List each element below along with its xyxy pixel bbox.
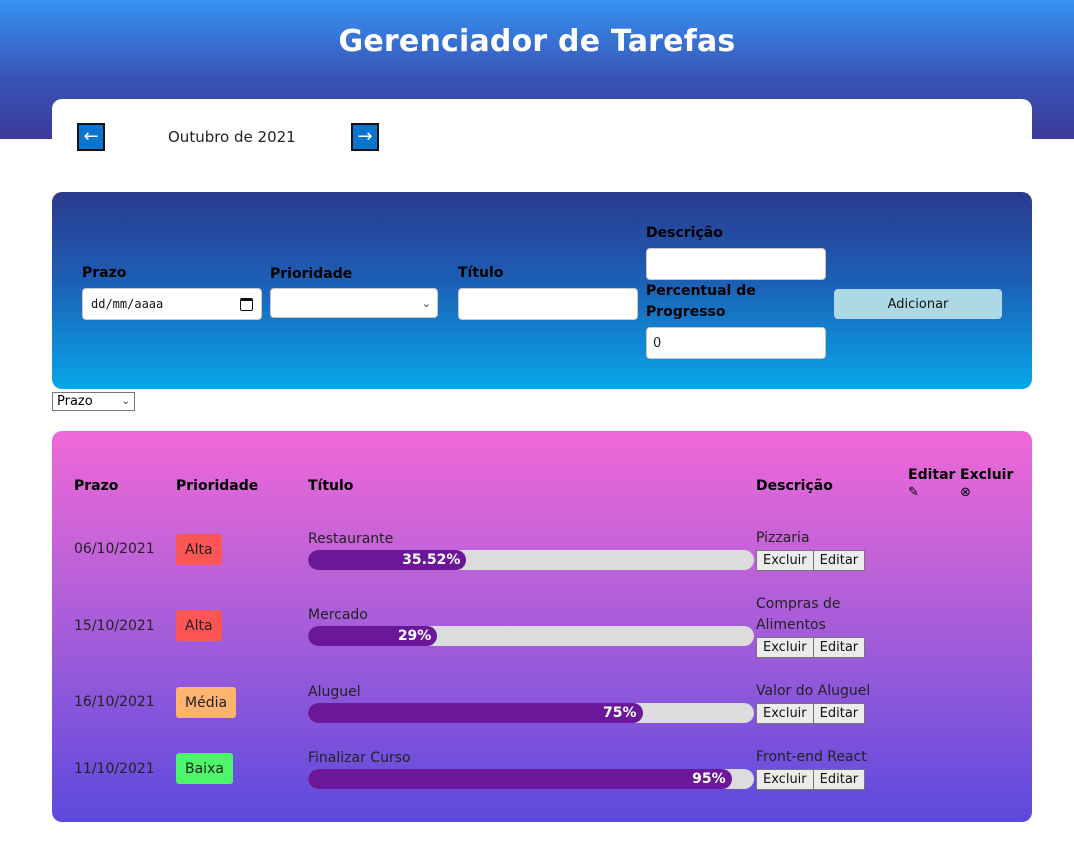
row-actions: Excluir Editar	[756, 550, 866, 571]
progress-bar: 29%	[308, 626, 754, 646]
header-descricao: Descrição	[756, 478, 833, 494]
edit-row-button[interactable]: Editar	[813, 703, 866, 724]
arrow-left-icon: ←	[83, 126, 99, 147]
prioridade-label: Prioridade	[270, 266, 353, 282]
arrow-right-icon: →	[357, 126, 373, 147]
prev-month-button[interactable]: ←	[77, 123, 105, 151]
delete-row-button[interactable]: Excluir	[756, 637, 814, 658]
current-month-label: Outubro de 2021	[168, 128, 296, 146]
progresso-value: 0	[653, 335, 662, 351]
row-date: 16/10/2021	[74, 694, 155, 710]
header-editar-label: Editar	[908, 467, 956, 483]
header-excluir: Excluir ⊗	[960, 466, 1013, 502]
next-month-button[interactable]: →	[351, 123, 379, 151]
progress-fill: 75%	[308, 703, 643, 723]
row-title: Finalizar Curso	[308, 750, 411, 766]
edit-row-button[interactable]: Editar	[813, 550, 866, 571]
row-date: 11/10/2021	[74, 761, 155, 777]
progresso-label: Percentual de Progresso	[646, 283, 756, 320]
header-titulo: Título	[308, 478, 354, 494]
progress-label: 35.52%	[402, 552, 461, 568]
sort-selected-value: Prazo	[57, 394, 93, 409]
row-date: 06/10/2021	[74, 541, 155, 557]
progress-label: 95%	[692, 771, 726, 787]
row-description: Pizzaria	[756, 530, 810, 546]
priority-badge: Média	[176, 687, 237, 718]
row-title: Mercado	[308, 607, 368, 623]
progress-label: 29%	[397, 628, 432, 644]
page-title: Gerenciador de Tarefas	[338, 24, 736, 59]
edit-row-button[interactable]: Editar	[813, 769, 866, 790]
titulo-label: Título	[458, 265, 504, 281]
delete-circle-icon: ⊗	[960, 485, 971, 500]
delete-row-button[interactable]: Excluir	[756, 703, 814, 724]
row-actions: Excluir Editar	[756, 637, 866, 658]
prioridade-select[interactable]: ⌄	[270, 288, 438, 318]
app-root: Gerenciador de Tarefas ← Outubro de 2021…	[0, 0, 1074, 849]
calendar-icon[interactable]	[240, 297, 253, 311]
chevron-down-icon: ⌄	[121, 396, 130, 407]
row-title: Restaurante	[308, 531, 394, 547]
edit-row-button[interactable]: Editar	[813, 637, 866, 658]
chevron-down-icon: ⌄	[421, 296, 431, 310]
row-description: Front-end React	[756, 749, 867, 765]
progress-bar: 75%	[308, 703, 754, 723]
progress-bar: 35.52%	[308, 550, 754, 570]
progress-fill: 29%	[308, 626, 438, 646]
progress-label: 75%	[602, 705, 637, 721]
task-form: Prazo dd/mm/aaaa Prioridade ⌄ Título Des…	[52, 192, 1032, 389]
header-prioridade: Prioridade	[176, 478, 259, 494]
delete-row-button[interactable]: Excluir	[756, 769, 814, 790]
add-task-button[interactable]: Adicionar	[834, 289, 1002, 319]
row-description: Compras de Alimentos	[756, 596, 841, 633]
header-excluir-label: Excluir	[960, 467, 1014, 483]
descricao-input[interactable]	[646, 248, 826, 280]
progress-fill: 35.52%	[308, 550, 467, 570]
row-actions: Excluir Editar	[756, 769, 866, 790]
titulo-input[interactable]	[458, 288, 638, 320]
progress-fill: 95%	[308, 769, 732, 789]
delete-row-button[interactable]: Excluir	[756, 550, 814, 571]
add-button-label: Adicionar	[887, 296, 949, 312]
priority-badge: Alta	[176, 534, 222, 565]
prazo-date-input[interactable]: dd/mm/aaaa	[82, 288, 262, 320]
progresso-input[interactable]: 0	[646, 327, 826, 359]
row-actions: Excluir Editar	[756, 703, 866, 724]
header-editar: Editar ✎	[908, 466, 955, 502]
row-description: Valor do Aluguel	[756, 683, 871, 699]
header-prazo: Prazo	[74, 478, 119, 494]
edit-icon: ✎	[908, 485, 919, 500]
progress-bar: 95%	[308, 769, 754, 789]
sort-select[interactable]: Prazo ⌄	[52, 392, 135, 411]
task-table: Prazo Prioridade Título Descrição Editar…	[52, 431, 1032, 822]
month-navigator: ← Outubro de 2021 →	[52, 99, 1032, 179]
priority-badge: Alta	[176, 610, 222, 641]
row-title: Aluguel	[308, 684, 361, 700]
prazo-label: Prazo	[82, 265, 127, 281]
priority-badge: Baixa	[176, 753, 233, 784]
row-date: 15/10/2021	[74, 618, 155, 634]
descricao-label: Descrição	[646, 225, 723, 241]
date-placeholder: dd/mm/aaaa	[91, 297, 164, 311]
